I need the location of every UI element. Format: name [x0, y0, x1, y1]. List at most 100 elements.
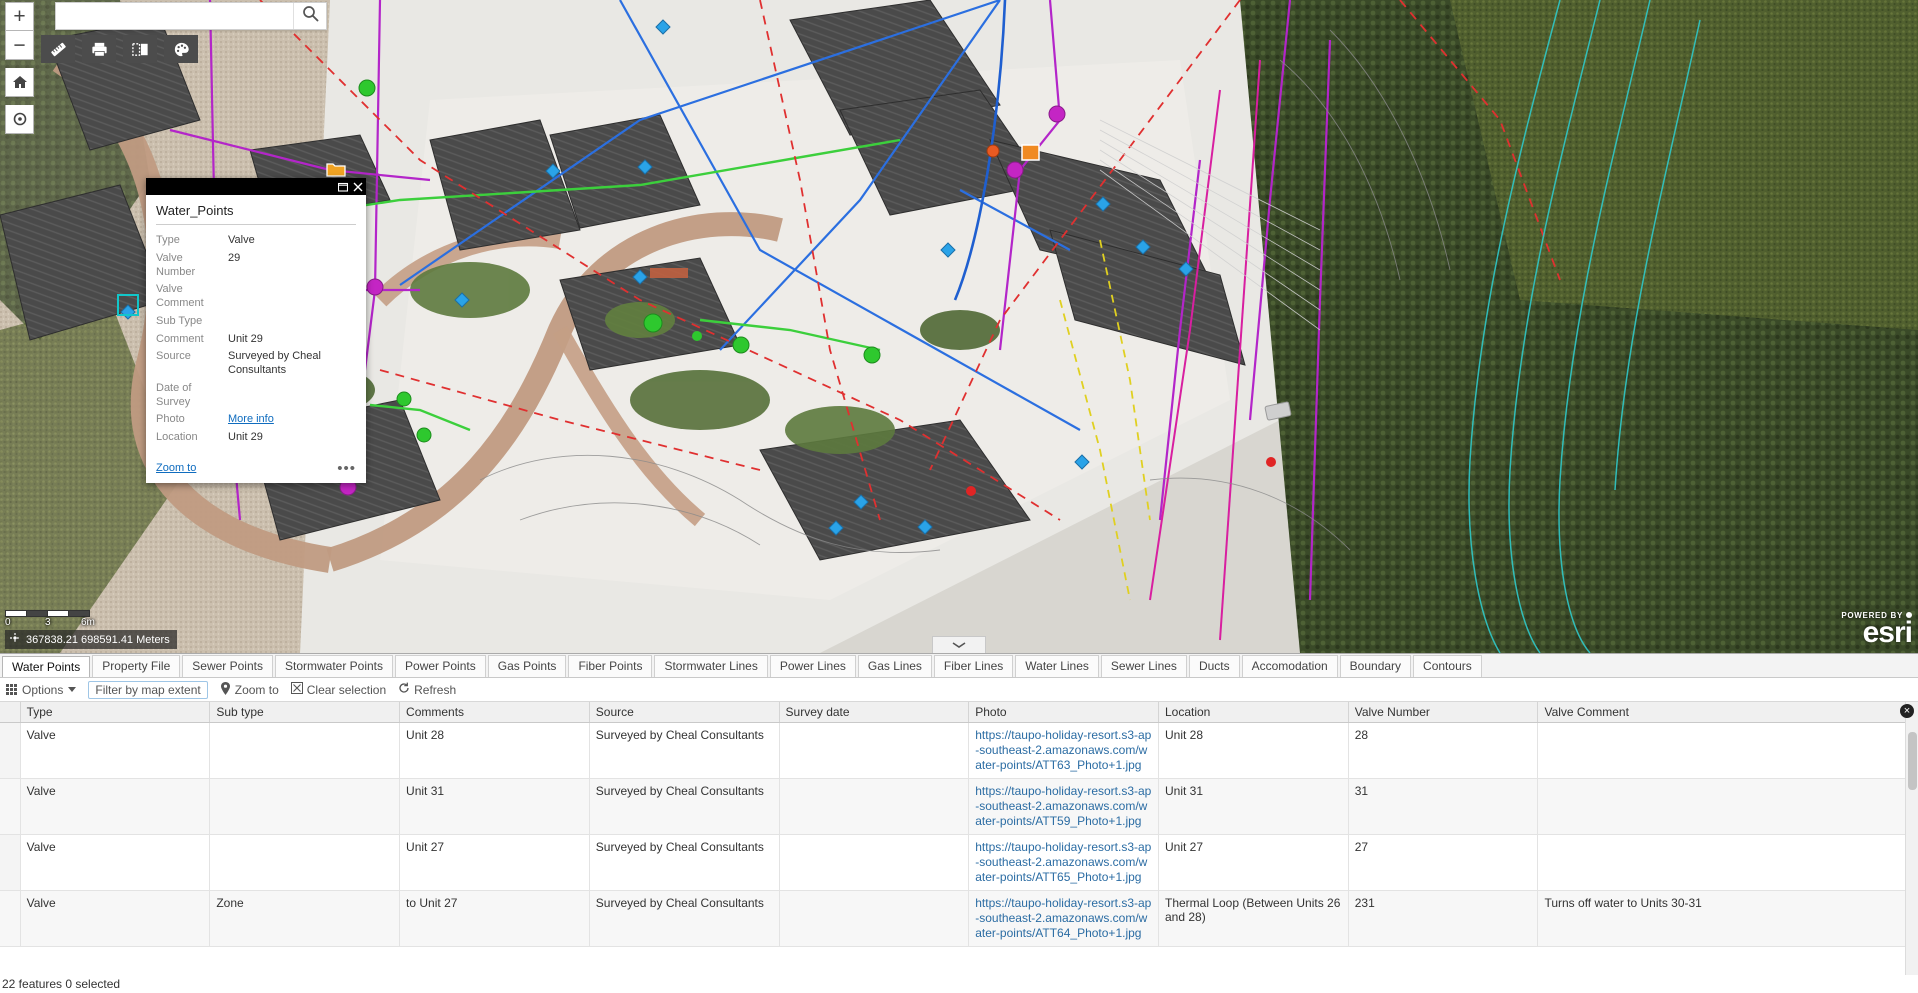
cell-comments: Unit 31 [400, 779, 590, 835]
cell-sub-type [210, 723, 400, 779]
photo-link[interactable]: https://taupo-holiday-resort.s3-ap-south… [975, 896, 1151, 940]
tab-ducts[interactable]: Ducts [1189, 655, 1240, 677]
refresh-button[interactable]: Refresh [398, 682, 456, 697]
locate-icon [12, 111, 28, 127]
photo-link[interactable]: https://taupo-holiday-resort.s3-ap-south… [975, 728, 1151, 772]
column-header-location[interactable]: Location [1158, 702, 1348, 723]
tab-gas-lines[interactable]: Gas Lines [858, 655, 932, 677]
gis-web-app: + − [0, 0, 1918, 993]
tab-water-lines[interactable]: Water Lines [1015, 655, 1099, 677]
cell-comments: Unit 28 [400, 723, 590, 779]
clear-selection-button[interactable]: Clear selection [291, 682, 386, 697]
close-column-options-button[interactable]: × [1900, 704, 1914, 718]
locate-button[interactable] [5, 105, 34, 134]
cell-photo[interactable]: https://taupo-holiday-resort.s3-ap-south… [969, 779, 1159, 835]
popup-more-info-link[interactable]: More info [228, 413, 274, 425]
popup-more-actions-button[interactable]: ••• [337, 461, 356, 476]
feature-popup[interactable]: Water_Points Type Valve Valve Number 29 … [146, 178, 366, 483]
crosshair-icon [9, 632, 21, 647]
row-handle[interactable] [0, 723, 20, 779]
popup-value-type: Valve [228, 232, 356, 250]
popup-label-type: Type [156, 232, 228, 250]
column-header-valve-comment[interactable]: Valve Comment [1538, 702, 1918, 723]
table-toolbar[interactable]: Options Filter by map extent Zoom to Cle… [0, 678, 1918, 702]
tab-fiber-lines[interactable]: Fiber Lines [934, 655, 1013, 677]
map-navigation-controls[interactable]: + − [5, 2, 34, 134]
table-vertical-scrollbar[interactable] [1905, 702, 1918, 975]
zoom-in-button[interactable]: + [5, 2, 34, 31]
tab-power-lines[interactable]: Power Lines [770, 655, 856, 677]
cell-source: Surveyed by Cheal Consultants [589, 723, 779, 779]
close-icon[interactable] [352, 181, 363, 192]
attribute-table-scroll[interactable]: × Type Sub type Comments Source Survey d… [0, 702, 1918, 975]
clear-selection-label: Clear selection [307, 683, 386, 697]
home-button[interactable] [5, 68, 34, 97]
search-button[interactable] [293, 3, 326, 29]
tab-stormwater-lines[interactable]: Stormwater Lines [654, 655, 767, 677]
chevron-down-icon [68, 687, 76, 692]
row-handle[interactable] [0, 891, 20, 947]
basemap-tool-button[interactable] [164, 35, 198, 63]
tab-stormwater-points[interactable]: Stormwater Points [275, 655, 393, 677]
column-header-photo[interactable]: Photo [969, 702, 1159, 723]
cell-valve-comment [1538, 723, 1918, 779]
maximize-icon[interactable] [337, 181, 348, 192]
tab-power-points[interactable]: Power Points [395, 655, 486, 677]
cell-photo[interactable]: https://taupo-holiday-resort.s3-ap-south… [969, 891, 1159, 947]
cell-photo[interactable]: https://taupo-holiday-resort.s3-ap-south… [969, 835, 1159, 891]
popup-row-type: Type Valve [156, 232, 356, 250]
print-tool-button[interactable] [82, 35, 116, 63]
cell-photo[interactable]: https://taupo-holiday-resort.s3-ap-south… [969, 723, 1159, 779]
cell-sub-type [210, 835, 400, 891]
tab-accomodation[interactable]: Accomodation [1242, 655, 1338, 677]
search-input[interactable] [56, 3, 293, 29]
attribute-table-toggle-handle[interactable] [932, 636, 986, 653]
tab-label: Fiber Lines [944, 659, 1003, 673]
column-header-type[interactable]: Type [20, 702, 210, 723]
tab-property-file[interactable]: Property File [92, 655, 180, 677]
photo-link[interactable]: https://taupo-holiday-resort.s3-ap-south… [975, 784, 1151, 828]
popup-photo-link-cell[interactable]: More info [228, 411, 356, 429]
row-handle[interactable] [0, 835, 20, 891]
column-header-source[interactable]: Source [589, 702, 779, 723]
table-row[interactable]: Valve Unit 27 Surveyed by Cheal Consulta… [0, 835, 1918, 891]
table-zoom-to-button[interactable]: Zoom to [220, 682, 279, 698]
tab-sewer-points[interactable]: Sewer Points [182, 655, 273, 677]
tab-sewer-lines[interactable]: Sewer Lines [1101, 655, 1187, 677]
tab-gas-points[interactable]: Gas Points [488, 655, 567, 677]
swipe-tool-button[interactable] [123, 35, 157, 63]
column-header-sub-type[interactable]: Sub type [210, 702, 400, 723]
photo-link[interactable]: https://taupo-holiday-resort.s3-ap-south… [975, 840, 1151, 884]
layer-tabs[interactable]: Water Points Property File Sewer Points … [0, 654, 1918, 678]
table-row[interactable]: Valve Unit 28 Surveyed by Cheal Consulta… [0, 723, 1918, 779]
column-header-survey-date[interactable]: Survey date [779, 702, 969, 723]
map-tool-strip[interactable] [41, 35, 198, 63]
tab-contours[interactable]: Contours [1413, 655, 1482, 677]
tab-water-points[interactable]: Water Points [2, 656, 90, 678]
search-box[interactable] [55, 2, 327, 30]
row-handle[interactable] [0, 779, 20, 835]
scrollbar-thumb[interactable] [1908, 732, 1917, 790]
cell-valve-number: 31 [1348, 779, 1538, 835]
column-header-comments[interactable]: Comments [400, 702, 590, 723]
cell-type: Valve [20, 779, 210, 835]
popup-row-location: Location Unit 29 [156, 429, 356, 447]
table-row[interactable]: Valve Zone to Unit 27 Surveyed by Cheal … [0, 891, 1918, 947]
tab-fiber-points[interactable]: Fiber Points [568, 655, 652, 677]
cell-sub-type: Zone [210, 891, 400, 947]
options-menu-button[interactable]: Options [6, 683, 76, 697]
tab-boundary[interactable]: Boundary [1340, 655, 1411, 677]
popup-label-comment: Comment [156, 331, 228, 349]
attribute-table[interactable]: Type Sub type Comments Source Survey dat… [0, 702, 1918, 947]
popup-value-comment: Unit 29 [228, 331, 356, 349]
map-area[interactable]: + − [0, 0, 1918, 653]
table-row[interactable]: Valve Unit 31 Surveyed by Cheal Consulta… [0, 779, 1918, 835]
zoom-out-button[interactable]: − [5, 31, 34, 60]
chevron-down-icon [952, 636, 966, 653]
measure-tool-button[interactable] [41, 35, 75, 63]
popup-titlebar[interactable] [146, 178, 366, 195]
popup-zoom-to-link[interactable]: Zoom to [156, 462, 196, 474]
column-header-valve-number[interactable]: Valve Number [1348, 702, 1538, 723]
filter-by-map-extent-button[interactable]: Filter by map extent [88, 681, 207, 699]
tab-label: Water Points [12, 660, 80, 674]
